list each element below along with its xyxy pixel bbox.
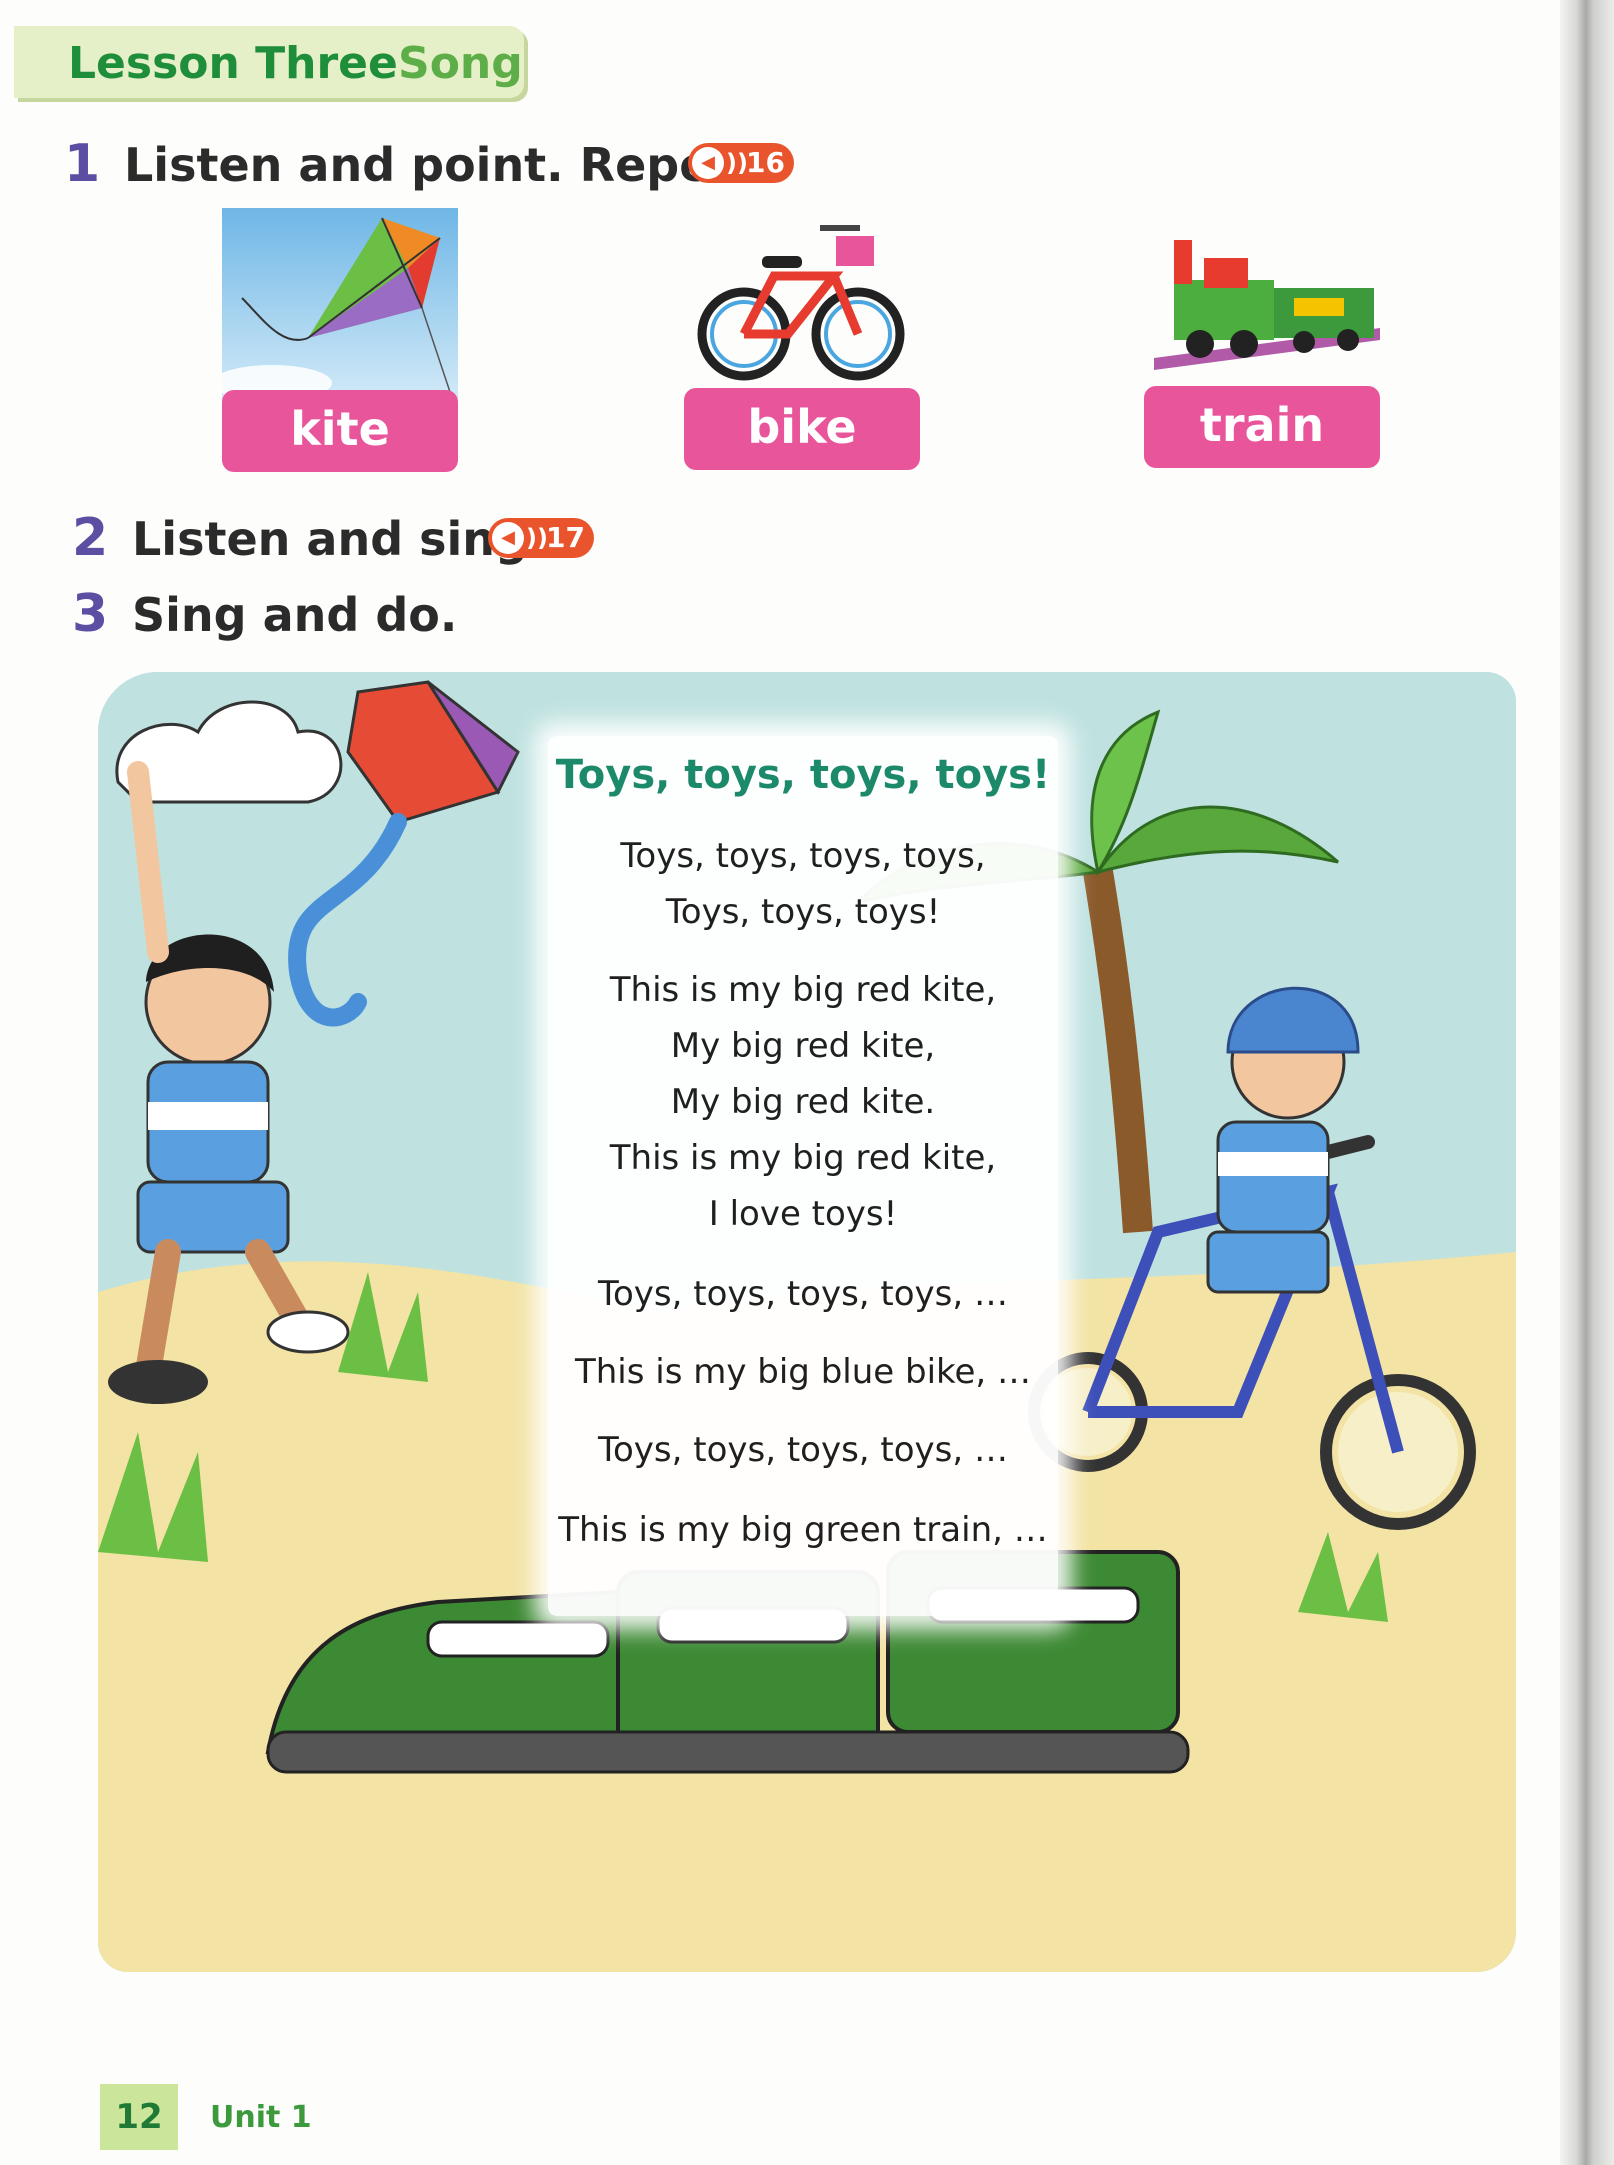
exercise-number: 1	[64, 134, 101, 194]
exercise-number: 2	[72, 508, 109, 568]
sound-waves-icon: ))	[526, 524, 548, 552]
unit-label: Unit 1	[210, 2100, 312, 2135]
lyric-line: I love toys!	[708, 1194, 898, 1234]
lesson-type: Song	[398, 38, 523, 89]
page-gutter	[1560, 0, 1614, 2165]
kite-picture	[222, 208, 458, 408]
lyric-line: This is my big red kite,	[609, 970, 997, 1010]
exercise-number: 3	[72, 584, 109, 644]
lyric-line: Toys, toys, toys!	[665, 892, 941, 932]
sound-waves-icon: ))	[726, 149, 748, 177]
lyric-line: Toys, toys, toys, toys, …	[598, 1430, 1008, 1470]
audio-track-button[interactable]: ◀ )) 17	[488, 518, 594, 558]
song-title: Toys, toys, toys, toys!	[555, 752, 1051, 798]
vocab-card-train[interactable]: train	[1144, 228, 1380, 468]
lyric-line: My big red kite.	[670, 1082, 936, 1122]
speaker-icon: ◀	[692, 147, 724, 179]
speaker-icon: ◀	[492, 522, 524, 554]
exercise-instruction: Listen and sing.	[132, 512, 546, 566]
lyric-line: This is my big green train, …	[558, 1510, 1048, 1550]
audio-track-number: 17	[546, 521, 585, 554]
lyric-line: Toys, toys, toys, toys, …	[598, 1274, 1008, 1314]
audio-track-number: 16	[746, 146, 785, 179]
vocab-label: bike	[684, 388, 920, 470]
lyric-line: My big red kite,	[670, 1026, 936, 1066]
vocab-label: kite	[222, 390, 458, 472]
lesson-title: Lesson Three	[68, 38, 398, 89]
vocab-card-bike[interactable]: bike	[684, 204, 920, 470]
lyric-line: This is my big blue bike, …	[574, 1352, 1032, 1392]
bike-picture	[697, 225, 905, 381]
page-number: 12	[100, 2084, 178, 2150]
lyric-line: This is my big red kite,	[609, 1138, 997, 1178]
train-picture	[1154, 240, 1380, 370]
exercise-instruction: Listen and point. Repeat.	[124, 138, 781, 192]
vocab-label: train	[1144, 386, 1380, 468]
song-lyrics-box: Toys, toys, toys, toys! Toys, toys, toys…	[548, 736, 1058, 1616]
exercise-instruction: Sing and do.	[132, 588, 458, 642]
vocab-card-kite[interactable]: kite	[222, 208, 458, 472]
audio-track-button[interactable]: ◀ )) 16	[688, 143, 794, 183]
lyric-line: Toys, toys, toys, toys,	[620, 836, 986, 876]
lesson-banner: Lesson Three Song	[14, 26, 524, 98]
